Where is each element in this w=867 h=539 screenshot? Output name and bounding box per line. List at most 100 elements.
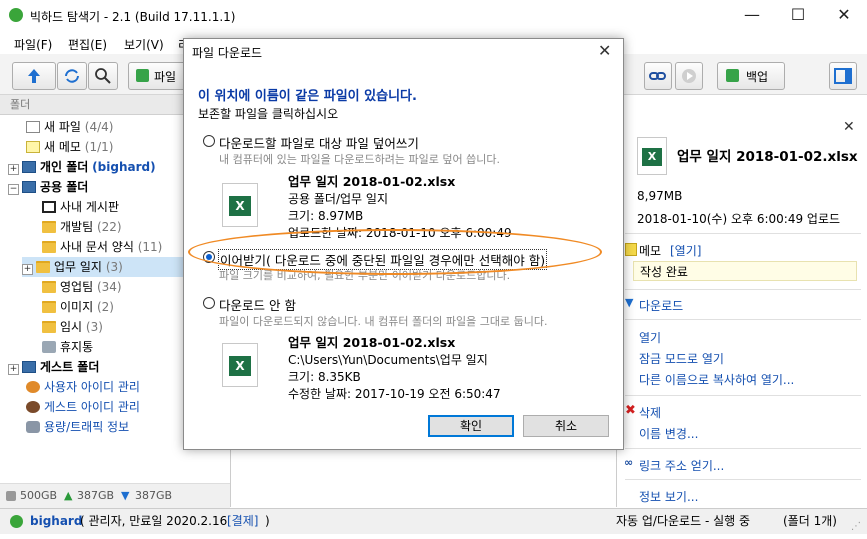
download-arrow-icon: ▼ xyxy=(625,296,634,309)
ok-button[interactable]: 확인 xyxy=(428,415,514,437)
cancel-button[interactable]: 취소 xyxy=(523,415,609,437)
tree-item-temp[interactable]: 임시 (3) xyxy=(42,317,103,337)
search-button[interactable] xyxy=(88,62,118,90)
folder-icon xyxy=(42,241,56,253)
search-icon xyxy=(95,68,111,84)
upload-button[interactable]: 파일 xyxy=(128,62,190,90)
user-icon xyxy=(10,515,23,528)
layout-toggle-button[interactable] xyxy=(829,62,857,90)
skip-desc: 파일이 다운로드되지 않습니다. 내 컴퓨터 폴더의 파일을 그대로 둡니다. xyxy=(219,315,548,328)
memo-icon xyxy=(26,141,40,153)
title-bar: 빅하드 탐색기 - 2.1 (Build 17.11.1.1) — ☐ ✕ xyxy=(0,0,867,32)
server-file-path: 공용 폴더/업무 일지 xyxy=(288,192,388,206)
delete-link[interactable]: 삭제 xyxy=(639,404,661,421)
tree-item-trash[interactable]: 휴지통 xyxy=(42,337,93,357)
excel-file-icon: X xyxy=(637,137,667,175)
divider xyxy=(625,319,861,320)
computer-icon xyxy=(22,161,36,173)
status-username: bighard xyxy=(30,514,83,528)
tree-item-new-files[interactable]: 새 파일 (4/4) xyxy=(26,117,113,137)
dialog-close-button[interactable]: ✕ xyxy=(598,41,611,60)
menu-file[interactable]: 파일(F) xyxy=(14,36,52,53)
play-button[interactable] xyxy=(675,62,703,90)
local-file-date: 수정한 날짜: 2017-10-19 오전 6:50:47 xyxy=(288,387,501,401)
tree-item-shared-folder[interactable]: − 공용 폴더 xyxy=(8,177,88,197)
memo-label: 메모 xyxy=(639,244,662,258)
rename-link[interactable]: 이름 변경... xyxy=(639,425,698,442)
guest-user-icon xyxy=(26,401,40,413)
expand-icon[interactable]: + xyxy=(8,164,19,175)
dialog-subheading: 보존할 파일을 클릭하십시오 xyxy=(198,107,339,121)
computer-icon xyxy=(22,361,36,373)
tree-item-usage-info[interactable]: 용량/트래픽 정보 xyxy=(26,417,129,437)
local-file-path: C:\Users\Yun\Documents\업무 일지 xyxy=(288,353,488,367)
status-bar: bighard ( 관리자, 만료일 2020.2.16 [결제] ) 자동 업… xyxy=(0,508,867,534)
refresh-button[interactable] xyxy=(57,62,87,90)
expand-icon[interactable]: + xyxy=(22,264,33,275)
link-button[interactable] xyxy=(644,62,672,90)
file-detail-pane: ✕ X 업무 일지 2018-01-02.xlsx 8,97MB 2018-01… xyxy=(616,115,867,507)
status-pay-link[interactable]: [결제] xyxy=(227,509,258,533)
app-leaf-icon xyxy=(9,8,23,22)
new-file-icon xyxy=(26,121,40,133)
maximize-button[interactable]: ☐ xyxy=(775,0,821,32)
local-file-size: 크기: 8.35KB xyxy=(288,370,361,384)
menu-edit[interactable]: 편집(E) xyxy=(68,36,107,53)
info-link[interactable]: 정보 보기... xyxy=(639,488,698,505)
collapse-icon[interactable]: − xyxy=(8,184,19,195)
open-link[interactable]: 열기 xyxy=(639,329,661,346)
dialog-heading: 이 위치에 이름이 같은 파일이 있습니다. xyxy=(198,89,417,104)
database-icon xyxy=(26,421,40,433)
close-button[interactable]: ✕ xyxy=(821,0,867,32)
download-link[interactable]: 다운로드 xyxy=(639,297,683,314)
tree-item-doc-forms[interactable]: 사내 문서 양식 (11) xyxy=(42,237,162,257)
memo-text[interactable]: 작성 완료 xyxy=(633,261,857,281)
computer-icon xyxy=(22,181,36,193)
storage-total: 500GB xyxy=(20,489,58,502)
resize-grip-icon[interactable]: ⋰ xyxy=(851,515,861,539)
folder-icon xyxy=(42,221,56,233)
detail-upload-date: 2018-01-10(수) 오후 6:00:49 업로드 xyxy=(637,212,841,226)
skip-label[interactable]: 다운로드 안 함 xyxy=(219,295,296,314)
memo-icon xyxy=(625,243,637,256)
divider xyxy=(625,395,861,396)
tree-item-guest-folder[interactable]: + 게스트 폴더 xyxy=(8,357,99,377)
memo-open-link[interactable]: [열기] xyxy=(670,242,701,259)
overwrite-label[interactable]: 다운로드할 파일로 대상 파일 덮어쓰기 xyxy=(219,133,419,152)
highlight-annotation-oval xyxy=(188,229,602,275)
tree-item-guest-id-admin[interactable]: 게스트 아이디 관리 xyxy=(26,397,140,417)
play-icon xyxy=(682,69,696,83)
open-locked-link[interactable]: 잠금 모드로 열기 xyxy=(639,350,724,367)
server-file-name: 업무 일지 2018-01-02.xlsx xyxy=(288,174,456,189)
overwrite-radio[interactable] xyxy=(203,135,215,147)
upload-label: 파일 xyxy=(154,70,177,84)
tree-item-new-memo[interactable]: 새 메모 (1/1) xyxy=(26,137,113,157)
menu-view[interactable]: 보기(V) xyxy=(124,36,164,53)
tree-item-dev-team[interactable]: 개발팀 (22) xyxy=(42,217,122,237)
tree-item-images[interactable]: 이미지 (2) xyxy=(42,297,114,317)
backup-button[interactable]: 백업 xyxy=(717,62,785,90)
up-folder-button[interactable] xyxy=(12,62,56,90)
expand-icon[interactable]: + xyxy=(8,364,19,375)
server-file-size: 크기: 8.97MB xyxy=(288,209,364,223)
folder-icon xyxy=(42,321,56,333)
local-file-info[interactable]: 업무 일지 2018-01-02.xlsx C:\Users\Yun\Docum… xyxy=(288,334,501,403)
get-link-link[interactable]: 링크 주소 얻기... xyxy=(639,457,724,474)
disk-icon xyxy=(6,491,16,501)
local-file-name: 업무 일지 2018-01-02.xlsx xyxy=(288,335,456,350)
tree-item-personal-folder[interactable]: + 개인 폴더 (bighard) xyxy=(8,157,156,177)
status-sync: 자동 업/다운로드 - 실행 중 xyxy=(616,514,751,528)
detail-size: 8,97MB xyxy=(637,189,683,203)
tree-item-board[interactable]: 사내 게시판 xyxy=(42,197,119,217)
tree-item-sales-team[interactable]: 영업팀 (34) xyxy=(42,277,122,297)
overwrite-desc: 내 컴퓨터에 있는 파일을 다운로드하려는 파일로 덮어 씁니다. xyxy=(219,153,500,166)
folder-icon xyxy=(42,281,56,293)
minimize-button[interactable]: — xyxy=(729,0,775,32)
folder-icon xyxy=(36,261,50,273)
skip-radio[interactable] xyxy=(203,297,215,309)
down-arrow-icon: ▼ xyxy=(121,489,130,502)
copy-open-link[interactable]: 다른 이름으로 복사하여 열기... xyxy=(639,371,794,388)
tree-item-user-id-admin[interactable]: 사용자 아이디 관리 xyxy=(26,377,140,397)
detail-close-icon[interactable]: ✕ xyxy=(843,119,855,135)
backup-label: 백업 xyxy=(746,70,769,84)
